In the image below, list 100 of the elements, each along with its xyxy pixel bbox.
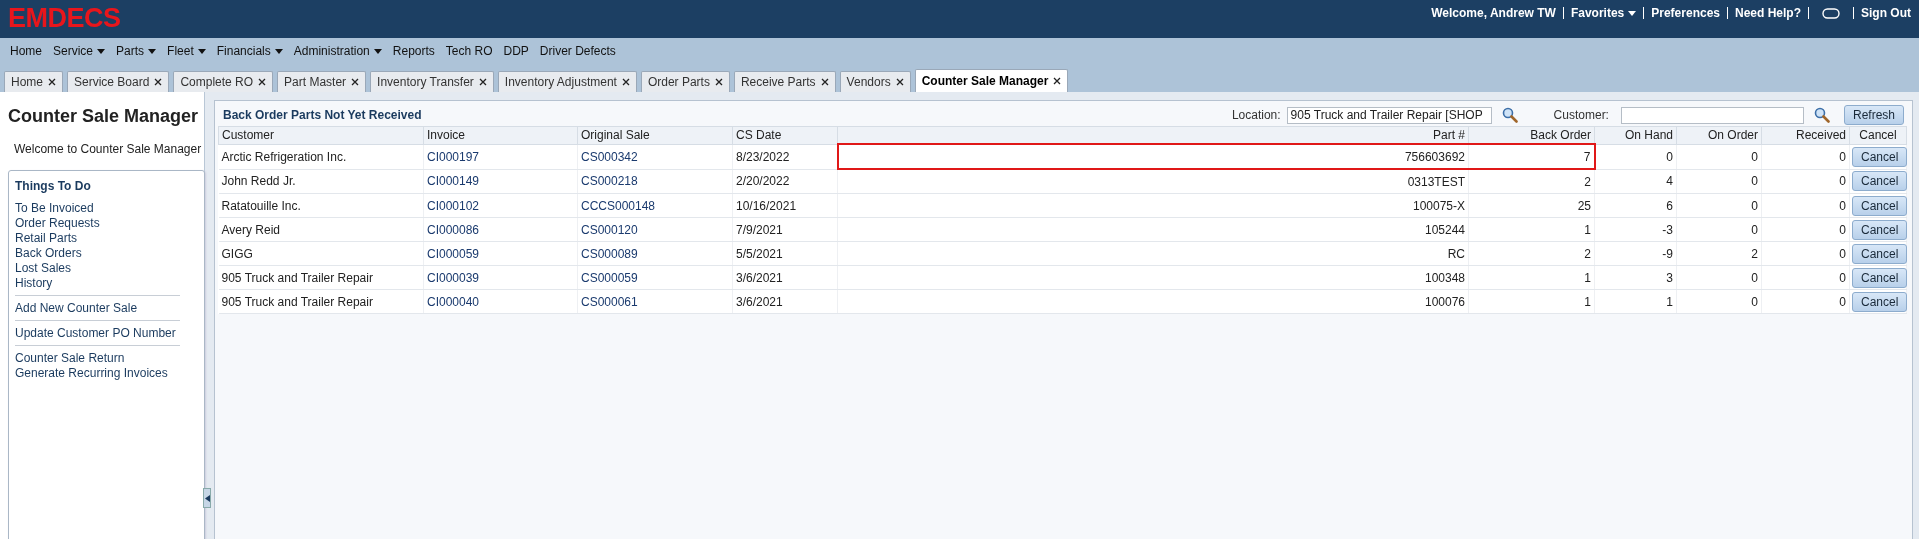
sidebar-link[interactable]: Add New Counter Sale <box>15 301 138 316</box>
cancel-button[interactable]: Cancel <box>1852 171 1908 192</box>
menu-item[interactable]: Reports <box>392 44 435 58</box>
cancel-button[interactable]: Cancel <box>1852 219 1908 240</box>
collapse-handle[interactable] <box>203 488 211 508</box>
sign-out-link[interactable]: Sign Out <box>1861 6 1911 20</box>
link[interactable]: CI000039 <box>427 270 480 285</box>
table-cell: 0 <box>1751 174 1758 189</box>
header-link[interactable]: Favorites <box>1570 6 1637 20</box>
close-icon[interactable] <box>714 78 723 86</box>
tab[interactable]: Inventory Transfer <box>370 71 494 92</box>
caret-icon <box>1628 10 1637 16</box>
link[interactable]: CS000089 <box>581 246 638 261</box>
tab[interactable]: Part Master <box>277 71 367 92</box>
cancel-button[interactable]: Cancel <box>1852 243 1908 264</box>
table-cell: 1 <box>1584 270 1591 285</box>
column-header: Back Order <box>1530 128 1591 142</box>
search-icon[interactable] <box>1813 107 1830 123</box>
menu-item[interactable]: Service <box>53 44 106 58</box>
close-icon[interactable] <box>478 78 487 86</box>
link[interactable]: CI000149 <box>427 174 480 189</box>
link[interactable]: CS000061 <box>581 294 638 309</box>
link[interactable]: CI000040 <box>427 294 480 309</box>
close-icon[interactable] <box>258 78 267 86</box>
menu-item[interactable]: Parts <box>116 44 157 58</box>
refresh-button[interactable]: Refresh <box>1843 105 1904 125</box>
link[interactable]: CI000197 <box>427 149 480 164</box>
sidebar-link[interactable]: Update Customer PO Number <box>15 326 176 341</box>
table-cell: -3 <box>1662 222 1673 237</box>
cancel-button[interactable]: Cancel <box>1852 267 1908 288</box>
table-cell: 0 <box>1666 149 1673 164</box>
table-cell: 10/16/2021 <box>736 198 797 213</box>
table-cell: 100348 <box>1424 270 1465 285</box>
sidebar-link[interactable]: Retail Parts <box>15 231 78 246</box>
table-cell: 3/6/2021 <box>736 270 783 285</box>
table-cell: 1 <box>1666 294 1673 309</box>
sidebar-link[interactable]: Lost Sales <box>15 261 72 276</box>
customer-label: Customer: <box>1553 108 1609 122</box>
close-icon[interactable] <box>154 78 163 86</box>
close-icon[interactable] <box>820 78 829 86</box>
page-title: Counter Sale Manager <box>8 106 200 127</box>
header-link[interactable]: Preferences <box>1651 6 1720 20</box>
close-icon[interactable] <box>895 78 904 86</box>
link[interactable]: CCCS000148 <box>581 198 656 213</box>
tab[interactable]: Complete RO <box>173 71 274 92</box>
column-header: Customer <box>222 128 274 143</box>
cancel-button[interactable]: Cancel <box>1852 146 1908 167</box>
table-cell: 25 <box>1577 198 1591 213</box>
sidebar-link[interactable]: History <box>15 276 53 291</box>
menu-item[interactable]: Financials <box>216 44 283 58</box>
sidebar-link[interactable]: Counter Sale Return <box>15 351 125 366</box>
column-header: Cancel <box>1859 128 1897 143</box>
close-icon[interactable] <box>48 78 56 86</box>
sidebar-link[interactable]: To Be Invoiced <box>15 201 94 216</box>
tab[interactable]: Vendors <box>839 71 911 92</box>
link[interactable]: CI000102 <box>427 198 480 213</box>
sidebar-link[interactable]: Generate Recurring Invoices <box>15 366 168 381</box>
tab[interactable]: Counter Sale Manager <box>914 69 1069 92</box>
table-cell: 5/5/2021 <box>736 246 783 261</box>
sidebar-link[interactable]: Order Requests <box>15 216 100 231</box>
column-header: Original Sale <box>581 128 650 143</box>
menu-item[interactable]: Administration <box>293 44 382 58</box>
close-icon[interactable] <box>621 78 630 86</box>
menu-item[interactable]: Fleet <box>167 44 206 58</box>
tab[interactable]: Order Parts <box>640 71 730 92</box>
link[interactable]: CS000218 <box>581 174 638 189</box>
cancel-button[interactable]: Cancel <box>1852 195 1908 216</box>
tab[interactable]: Home <box>4 71 63 92</box>
location-field[interactable]: 905 Truck and Trailer Repair [SHOP <box>1286 106 1492 124</box>
tab[interactable]: Service Board <box>67 71 170 92</box>
menu-item[interactable]: DDP <box>503 44 529 58</box>
header-link[interactable]: Need Help? <box>1735 6 1801 20</box>
close-icon[interactable] <box>1053 77 1062 85</box>
welcome-text: Welcome, Andrew TW <box>1431 6 1556 20</box>
chat-icon[interactable] <box>1822 7 1840 19</box>
menu-item[interactable]: Driver Defects <box>539 44 616 58</box>
link[interactable]: CI000059 <box>427 246 480 261</box>
caret-icon <box>97 48 106 54</box>
welcome-text: Welcome to Counter Sale Manager <box>14 142 203 156</box>
menu-item[interactable]: Tech RO <box>445 44 493 58</box>
table-cell: 2/20/2022 <box>736 174 790 189</box>
cancel-button[interactable]: Cancel <box>1852 291 1908 312</box>
search-icon[interactable] <box>1501 107 1518 123</box>
link[interactable]: CS000120 <box>581 222 638 237</box>
link[interactable]: CS000342 <box>581 149 638 164</box>
table-cell: Avery Reid <box>221 222 280 237</box>
link[interactable]: CI000086 <box>427 222 480 237</box>
table-cell: 0 <box>1751 222 1758 237</box>
menu-item[interactable]: Home <box>10 44 42 58</box>
link[interactable]: CS000059 <box>581 270 638 285</box>
table-cell: 0 <box>1751 270 1758 285</box>
sidebar-link[interactable]: Back Orders <box>15 246 82 261</box>
tab[interactable]: Receive Parts <box>733 71 836 92</box>
table-cell: 2 <box>1751 246 1758 261</box>
customer-field[interactable] <box>1620 106 1804 124</box>
close-icon[interactable] <box>351 78 360 86</box>
table-cell: 0 <box>1839 222 1846 237</box>
tab[interactable]: Inventory Adjustment <box>497 71 637 92</box>
table-cell: Ratatouille Inc. <box>221 198 301 213</box>
table-cell: 3/6/2021 <box>736 294 783 309</box>
